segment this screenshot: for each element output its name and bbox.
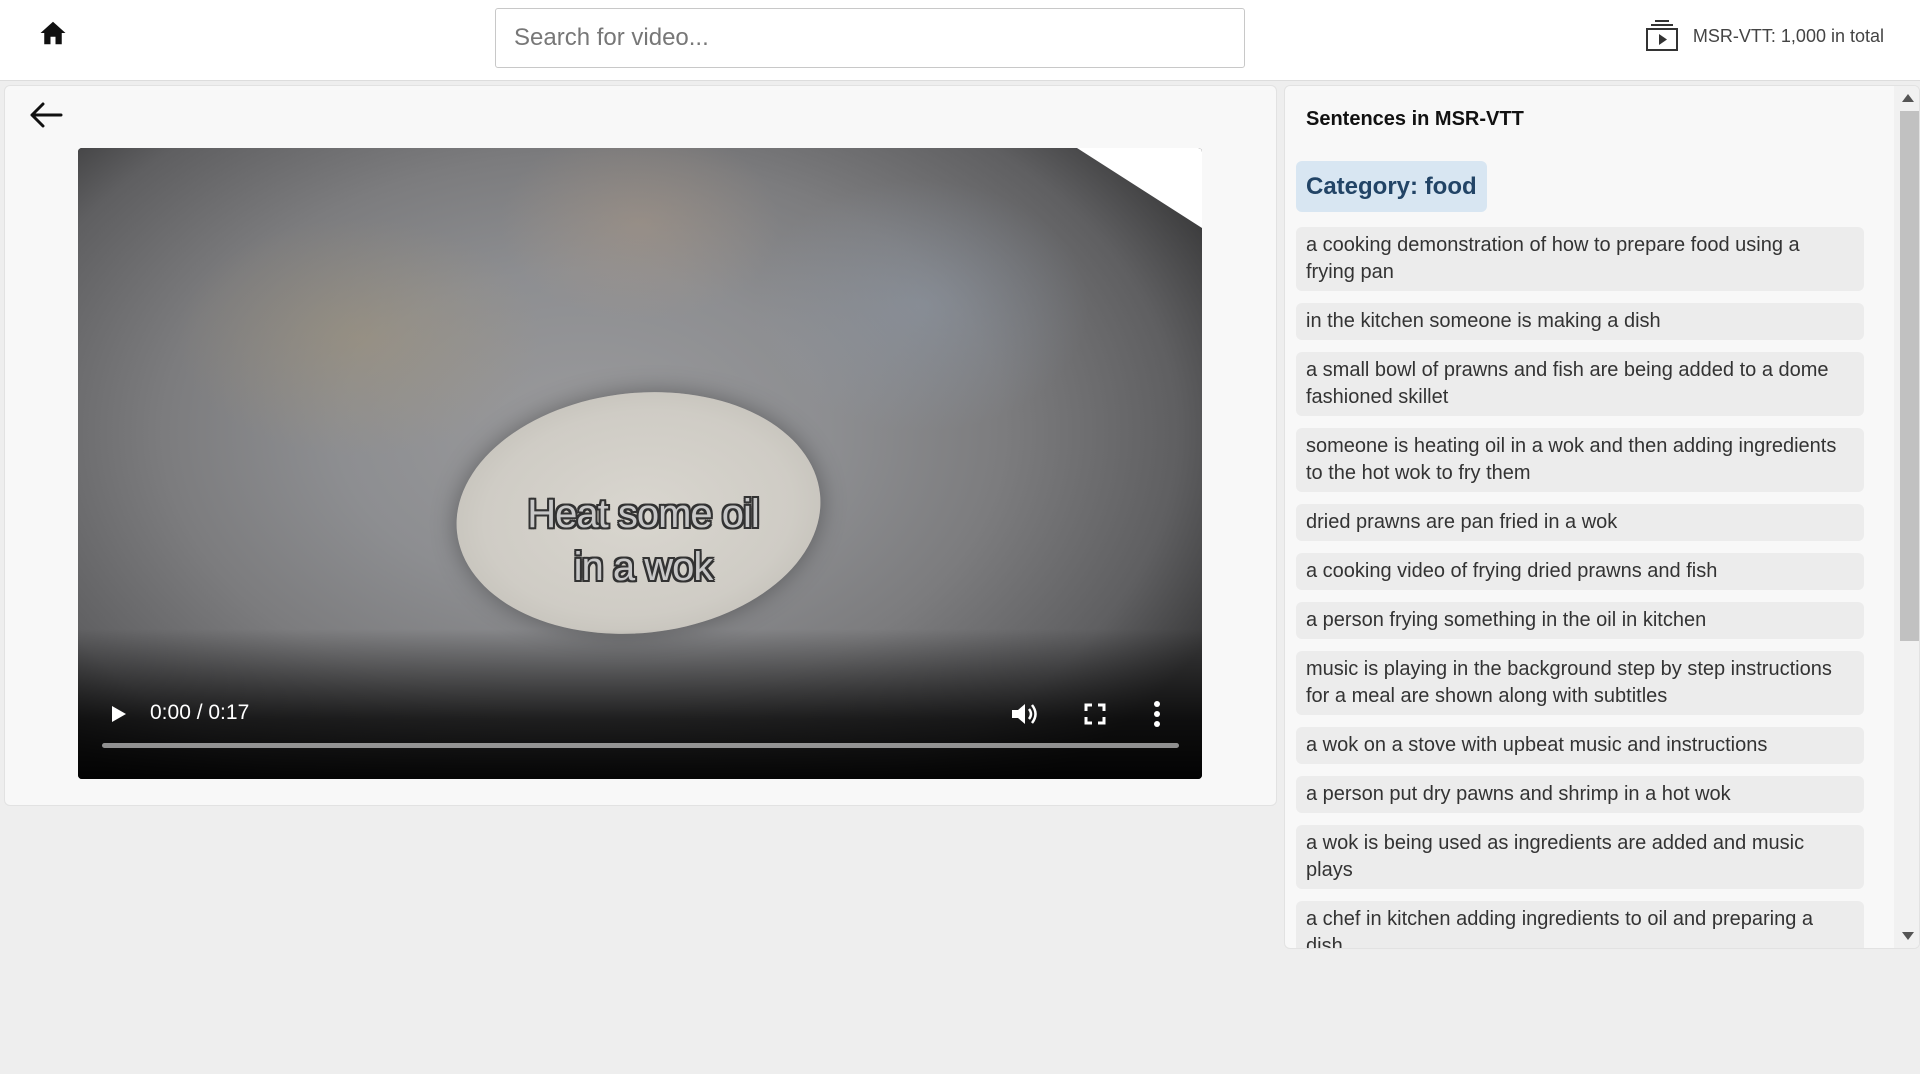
sentence-item[interactable]: in the kitchen someone is making a dish [1296,303,1864,340]
sentence-item[interactable]: a cooking video of frying dried prawns a… [1296,553,1864,590]
time-display: 0:00 / 0:17 [150,701,250,724]
sentence-list: a cooking demonstration of how to prepar… [1296,227,1864,948]
scroll-thumb[interactable] [1900,111,1919,641]
video-panel: Heat some oil in a wok 0:00 / 0:17 [4,85,1277,806]
sentence-item[interactable]: music is playing in the background step … [1296,651,1864,715]
progress-bar[interactable] [102,743,1179,748]
sentence-item[interactable]: a cooking demonstration of how to prepar… [1296,227,1864,291]
sentence-item[interactable]: a chef in kitchen adding ingredients to … [1296,901,1864,948]
top-bar: MSR-VTT: 1,000 in total [0,0,1920,81]
sentence-item[interactable]: a person frying something in the oil in … [1296,602,1864,639]
arrow-left-icon[interactable] [27,100,65,130]
sentence-item[interactable]: a wok is being used as ingredients are a… [1296,825,1864,889]
fullscreen-icon[interactable] [1083,702,1107,726]
play-icon[interactable] [106,701,130,727]
video-player[interactable]: Heat some oil in a wok 0:00 / 0:17 [78,148,1202,779]
scroll-down-icon[interactable] [1902,932,1914,940]
scrollbar[interactable] [1894,86,1919,948]
sentence-item[interactable]: a small bowl of prawns and fish are bein… [1296,352,1864,416]
dataset-info: MSR-VTT: 1,000 in total [1645,20,1884,52]
sentences-panel: Sentences in MSR-VTT Category: food a co… [1284,85,1920,949]
more-vertical-icon[interactable] [1152,699,1162,729]
category-badge: Category: food [1296,161,1487,212]
dataset-count: MSR-VTT: 1,000 in total [1692,25,1884,46]
search-input[interactable] [495,8,1245,68]
sentence-item[interactable]: a wok on a stove with upbeat music and i… [1296,727,1864,764]
video-library-icon [1645,20,1679,52]
sentence-item[interactable]: a person put dry pawns and shrimp in a h… [1296,776,1864,813]
video-subtitle: Heat some oil in a wok [527,492,760,589]
scroll-up-icon[interactable] [1902,94,1914,102]
home-icon[interactable] [38,18,68,48]
sentence-item[interactable]: dried prawns are pan fried in a wok [1296,504,1864,541]
volume-icon[interactable] [1008,700,1038,728]
panel-title: Sentences in MSR-VTT [1306,108,1524,130]
sentence-item[interactable]: someone is heating oil in a wok and then… [1296,428,1864,492]
